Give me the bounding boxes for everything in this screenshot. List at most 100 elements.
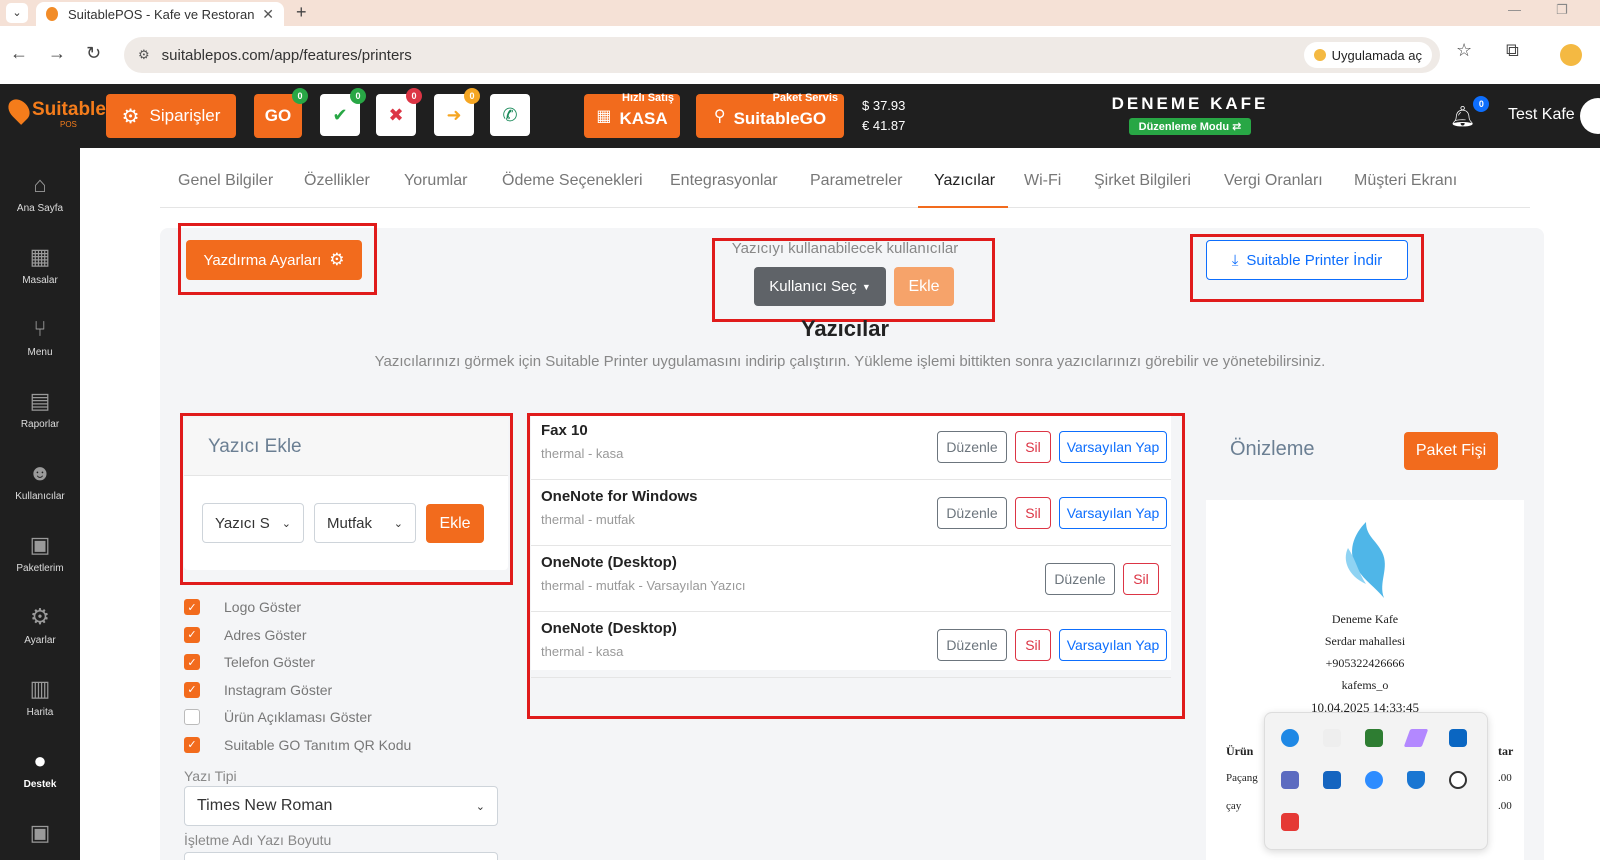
back-icon[interactable]: ← xyxy=(10,43,28,64)
tray-outlook-icon[interactable] xyxy=(1323,771,1341,789)
tab-3[interactable]: Ödeme Seçenekleri xyxy=(502,172,643,190)
tab-10[interactable]: Müşteri Ekranı xyxy=(1354,172,1457,190)
notif-badge: 0 xyxy=(1473,96,1490,112)
go-button[interactable]: GO 0 xyxy=(254,88,308,138)
add-user-button[interactable]: Ekle xyxy=(894,267,954,306)
edit-printer-button[interactable]: Düzenle xyxy=(937,629,1007,661)
sidebar-item[interactable]: ▤ Raporlar xyxy=(0,388,80,432)
make-default-button[interactable]: Varsayılan Yap xyxy=(1059,431,1167,463)
make-default-button[interactable]: Varsayılan Yap xyxy=(1059,497,1167,529)
package-receipt-button[interactable]: Paket Fişi xyxy=(1404,432,1498,470)
checkbox-checked-icon[interactable]: ✓ xyxy=(184,736,200,753)
arrow-badge: 0 xyxy=(464,88,480,104)
option-checkbox-row[interactable]: Ürün Açıklaması Göster xyxy=(184,708,372,726)
suitable-logo[interactable]: Suitable POS xyxy=(4,95,106,129)
tray-blank-icon[interactable] xyxy=(1323,729,1341,747)
delete-printer-button[interactable]: Sil xyxy=(1015,629,1051,661)
profile-avatar[interactable] xyxy=(1560,44,1582,66)
tab-7[interactable]: Wi-Fi xyxy=(1024,172,1061,190)
tab-6[interactable]: Yazıcılar xyxy=(934,172,995,190)
tray-anydesk-icon[interactable] xyxy=(1281,813,1299,831)
business-font-size-select[interactable] xyxy=(184,852,498,860)
printer-select[interactable]: Yazıcı S ⌄ xyxy=(202,503,304,543)
add-printer-button[interactable]: Ekle xyxy=(426,504,484,543)
tab-8[interactable]: Şirket Bilgileri xyxy=(1094,172,1191,190)
approved-orders-button[interactable]: ✔ 0 xyxy=(320,88,366,136)
tray-browser-icon[interactable] xyxy=(1281,729,1299,747)
option-checkbox-row[interactable]: ✓ Suitable GO Tanıtım QR Kodu xyxy=(184,736,411,754)
checkbox-checked-icon[interactable]: ✓ xyxy=(184,599,200,615)
delete-printer-button[interactable]: Sil xyxy=(1123,563,1159,595)
forwarded-orders-button[interactable]: ➜ 0 xyxy=(434,88,480,136)
category-select[interactable]: Mutfak ⌄ xyxy=(314,503,416,543)
address-bar[interactable]: ⚙ suitablepos.com/app/features/printers … xyxy=(124,37,1440,73)
print-settings-button[interactable]: Yazdırma Ayarları ⚙ xyxy=(186,240,362,280)
receipt-address: Serdar mahallesi xyxy=(1324,634,1406,648)
sidebar-item[interactable]: ▦ Masalar xyxy=(0,244,80,288)
suitablego-button[interactable]: Paket Servis ⚲ SuitableGO xyxy=(696,92,844,138)
tab-search-chevron-icon[interactable]: ⌄ xyxy=(6,3,28,23)
option-checkbox-row[interactable]: ✓ Instagram Göster xyxy=(184,681,332,699)
printer-name: Fax 10 xyxy=(541,422,588,439)
edit-printer-button[interactable]: Düzenle xyxy=(937,497,1007,529)
tab-1[interactable]: Özellikler xyxy=(304,172,370,190)
tab-2[interactable]: Yorumlar xyxy=(404,172,467,190)
sidebar-item[interactable]: ☻ Kullanıcılar xyxy=(0,460,80,504)
bookmark-star-icon[interactable]: ☆ xyxy=(1456,40,1472,61)
minimize-icon[interactable]: — xyxy=(1508,2,1521,17)
checkbox-unchecked-icon[interactable] xyxy=(184,709,200,725)
tab-0[interactable]: Genel Bilgiler xyxy=(178,172,273,190)
select-user-dropdown[interactable]: Kullanıcı Seç ▼ xyxy=(754,267,886,306)
sidebar-item[interactable]: ● Destek xyxy=(0,748,80,792)
checkbox-checked-icon[interactable]: ✓ xyxy=(184,626,200,643)
forward-icon[interactable]: → xyxy=(48,43,66,64)
tray-onedrive-off-icon[interactable] xyxy=(1449,771,1467,789)
tray-nvidia-icon[interactable] xyxy=(1365,729,1383,747)
kasa-button[interactable]: Hızlı Satış ▦ KASA xyxy=(584,92,680,138)
browser-tab[interactable]: SuitablePOS - Kafe ve Restoran ✕ xyxy=(36,2,284,26)
sidebar-item[interactable]: ▣ Paketlerim xyxy=(0,532,80,576)
extensions-icon[interactable]: ⧉ xyxy=(1506,40,1519,61)
user-name[interactable]: Test Kafe xyxy=(1508,106,1575,124)
sidebar-item[interactable]: ⌂ Ana Sayfa xyxy=(0,172,80,216)
sidebar-item[interactable]: ▥ Harita xyxy=(0,676,80,720)
make-default-button[interactable]: Varsayılan Yap xyxy=(1059,629,1167,661)
download-printer-button[interactable]: ⤓ Suitable Printer İndir xyxy=(1206,240,1408,280)
sidebar-item[interactable]: ⚙ Ayarlar xyxy=(0,604,80,648)
delete-printer-button[interactable]: Sil xyxy=(1015,431,1051,463)
select-user-label: Kullanıcı Seç xyxy=(769,278,857,295)
edit-printer-button[interactable]: Düzenle xyxy=(937,431,1007,463)
tab-9[interactable]: Vergi Oranları xyxy=(1224,172,1323,190)
tray-pen-icon[interactable] xyxy=(1403,729,1429,747)
sidebar-item-more[interactable]: ▣ xyxy=(0,820,80,846)
close-tab-icon[interactable]: ✕ xyxy=(262,6,274,23)
user-avatar[interactable] xyxy=(1580,98,1600,134)
reload-icon[interactable]: ↻ xyxy=(86,43,101,64)
tray-shield-icon[interactable] xyxy=(1407,771,1425,789)
edit-printer-button[interactable]: Düzenle xyxy=(1045,563,1115,595)
receipt-phone: +905322426666 xyxy=(1325,656,1405,670)
checkbox-checked-icon[interactable]: ✓ xyxy=(184,681,200,698)
new-tab-icon[interactable]: + xyxy=(296,2,307,23)
tray-zoom-icon[interactable] xyxy=(1365,771,1383,789)
site-settings-icon[interactable]: ⚙ xyxy=(138,47,150,63)
orders-button[interactable]: ⚙ Siparişler xyxy=(106,94,236,138)
option-checkbox-row[interactable]: ✓ Logo Göster xyxy=(184,598,301,616)
phone-orders-button[interactable]: ✆ xyxy=(490,94,530,136)
option-checkbox-row[interactable]: ✓ Adres Göster xyxy=(184,626,306,644)
receipt-row-amount: .00 xyxy=(1498,772,1512,784)
notifications-bell-icon[interactable]: 🔔︎ 0 xyxy=(1450,96,1490,129)
tray-teams-icon[interactable] xyxy=(1281,771,1299,789)
restore-icon[interactable]: ❐ xyxy=(1556,2,1568,18)
option-checkbox-row[interactable]: ✓ Telefon Göster xyxy=(184,653,315,671)
delete-printer-button[interactable]: Sil xyxy=(1015,497,1051,529)
tab-4[interactable]: Entegrasyonlar xyxy=(670,172,778,190)
sidebar-item[interactable]: ⑂ Menu xyxy=(0,316,80,360)
font-type-select[interactable]: Times New Roman ⌄ xyxy=(184,786,498,826)
tray-linkedin-icon[interactable] xyxy=(1449,729,1467,747)
open-in-app-button[interactable]: Uygulamada aç xyxy=(1303,42,1432,68)
rejected-orders-button[interactable]: ✖ 0 xyxy=(376,88,422,136)
checkbox-checked-icon[interactable]: ✓ xyxy=(184,654,200,670)
tab-5[interactable]: Parametreler xyxy=(810,172,902,190)
edit-mode-toggle[interactable]: Düzenleme Modu ⇄ xyxy=(1128,118,1252,135)
